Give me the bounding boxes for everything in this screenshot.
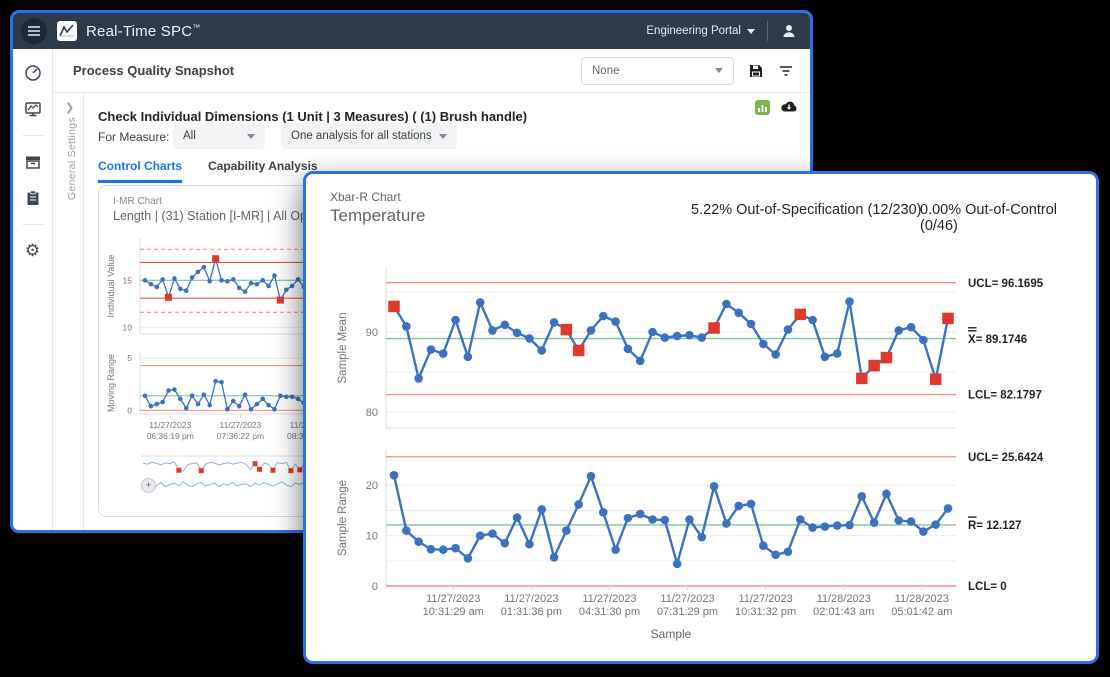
overlay-chart-title: Temperature (330, 206, 425, 226)
save-icon[interactable] (748, 63, 764, 79)
analytics-green-button[interactable] (755, 100, 770, 115)
svg-text:11/27/2023: 11/27/2023 (504, 593, 558, 605)
sidebar-item-monitoring[interactable] (21, 97, 45, 121)
analysis-select-value: One analysis for all stations (291, 130, 432, 142)
svg-text:LCL= 0: LCL= 0 (968, 581, 1007, 593)
sidebar-item-settings[interactable]: ⚙ (21, 239, 45, 263)
tab-bar: Control Charts Capability Analysis (98, 159, 318, 183)
desktop-background: Real-Time SPC™ Engineering Portal (0, 0, 1110, 677)
svg-text:11/27/2023: 11/27/2023 (738, 593, 792, 605)
svg-text:01:31:36 pm: 01:31:36 pm (501, 606, 562, 618)
sidebar-item-archive[interactable] (21, 150, 45, 174)
svg-text:11/28/2023: 11/28/2023 (895, 593, 949, 605)
user-icon[interactable] (780, 22, 798, 40)
divider (767, 21, 768, 41)
filter-icon[interactable] (778, 64, 794, 78)
sample-mean-chart: 80 90 UCL= 96.1695 X= 89.1746 LCL= 82.1797 Sa… (314, 244, 1089, 444)
svg-text:Sample: Sample (651, 627, 692, 641)
general-settings-label: General Settings (66, 117, 78, 200)
svg-text:UCL= 96.1695: UCL= 96.1695 (968, 278, 1044, 290)
archive-icon (24, 153, 42, 171)
svg-text:11/27/2023: 11/27/2023 (219, 420, 261, 430)
svg-text:Moving Range: Moving Range (106, 354, 116, 412)
measure-select[interactable]: All (173, 123, 265, 149)
cloud-download-icon[interactable] (780, 98, 798, 113)
svg-text:10:31:29 am: 10:31:29 am (423, 606, 484, 618)
divider (23, 135, 43, 136)
chevron-down-icon (747, 29, 755, 34)
svg-text:07:36:22 pm: 07:36:22 pm (217, 431, 264, 441)
svg-text:Sample Mean: Sample Mean (337, 313, 349, 384)
divider (23, 224, 43, 225)
svg-text:Individual Value: Individual Value (106, 255, 116, 318)
svg-text:11/27/2023: 11/27/2023 (426, 593, 480, 605)
app-logo-icon (57, 21, 77, 41)
report-select-value: None (592, 65, 620, 77)
clipboard-icon (24, 189, 42, 207)
menu-icon[interactable] (21, 18, 47, 44)
svg-text:20: 20 (366, 480, 378, 492)
sidebar-item-dashboard[interactable] (21, 61, 45, 85)
svg-text:11/27/2023: 11/27/2023 (149, 420, 191, 430)
svg-text:11/27/2023: 11/27/2023 (582, 593, 636, 605)
analysis-select[interactable]: One analysis for all stations (281, 123, 457, 149)
svg-text:LCL= 82.1797: LCL= 82.1797 (968, 390, 1042, 402)
hamburger-lines-icon (27, 25, 41, 37)
report-select[interactable]: None (581, 57, 734, 85)
svg-text:10: 10 (366, 530, 378, 542)
sidebar: ⚙ (13, 49, 53, 530)
svg-text:0: 0 (127, 405, 132, 415)
imr-chart-type-label: I-MR Chart (113, 196, 162, 207)
svg-text:80: 80 (366, 407, 378, 419)
trademark-mark: ™ (192, 23, 200, 32)
svg-text:10:31:32 pm: 10:31:32 pm (735, 606, 796, 618)
measure-select-value: All (183, 130, 196, 142)
svg-text:07:31:29 pm: 07:31:29 pm (657, 606, 718, 618)
app-title: Real-Time SPC™ (86, 23, 200, 40)
svg-text:02:01:43 am: 02:01:43 am (813, 606, 874, 618)
overlay-chart-type-label: Xbar-R Chart (330, 190, 401, 204)
sidebar-item-reports[interactable] (21, 186, 45, 210)
page-title: Process Quality Snapshot (73, 63, 234, 78)
chevron-down-icon (715, 68, 723, 73)
monitor-chart-icon (24, 100, 42, 118)
portal-selector[interactable]: Engineering Portal (646, 25, 755, 37)
svg-text:UCL= 25.6424: UCL= 25.6424 (968, 452, 1044, 464)
page-header: Process Quality Snapshot None (53, 49, 810, 93)
top-navbar: Real-Time SPC™ Engineering Portal (13, 13, 810, 49)
svg-text:11/28/2023: 11/28/2023 (817, 593, 871, 605)
svg-text:R= 12.127: R= 12.127 (968, 520, 1021, 532)
svg-text:15: 15 (123, 275, 133, 285)
panel-title: Check Individual Dimensions (1 Unit | 3 … (98, 109, 527, 124)
divider (83, 93, 84, 530)
bar-chart-icon (755, 100, 770, 115)
svg-text:Sample Range: Sample Range (337, 480, 349, 556)
tab-control-charts[interactable]: Control Charts (98, 159, 182, 183)
svg-text:X= 89.1746: X= 89.1746 (968, 334, 1027, 346)
gear-icon: ⚙ (25, 242, 40, 260)
navbar-right-group: Engineering Portal (646, 21, 798, 41)
xbar-r-window: Xbar-R Chart Temperature 5.22% Out-of-Sp… (303, 171, 1099, 664)
out-of-control-stat: 0.00% Out-of-Control (0/46) (920, 202, 1096, 234)
svg-text:05:01:42 am: 05:01:42 am (891, 606, 952, 618)
for-measure-label: For Measure: (98, 130, 169, 144)
svg-text:90: 90 (366, 327, 378, 339)
svg-text:5: 5 (127, 353, 132, 363)
navigator-zoom-button[interactable]: + (141, 478, 156, 493)
svg-text:0: 0 (372, 581, 378, 593)
portal-label: Engineering Portal (646, 25, 741, 37)
header-actions: None (581, 57, 794, 85)
sample-range-chart: 0 10 20 UCL= 25.6424 R= 12.127 LCL= 0 11/27/20… (314, 442, 1089, 660)
svg-text:04:31:30 pm: 04:31:30 pm (579, 606, 640, 618)
svg-text:10: 10 (123, 322, 133, 332)
chevron-down-icon (247, 134, 255, 139)
tab-capability-analysis[interactable]: Capability Analysis (208, 159, 318, 183)
gauge-icon (24, 64, 42, 82)
expand-rail-chevron-icon[interactable]: ❯ (65, 101, 74, 114)
out-of-specification-stat: 5.22% Out-of-Specification (12/230) (691, 202, 922, 218)
chevron-down-icon (439, 134, 447, 139)
svg-text:11/27/2023: 11/27/2023 (660, 593, 714, 605)
svg-text:06:36:19 pm: 06:36:19 pm (147, 431, 194, 441)
